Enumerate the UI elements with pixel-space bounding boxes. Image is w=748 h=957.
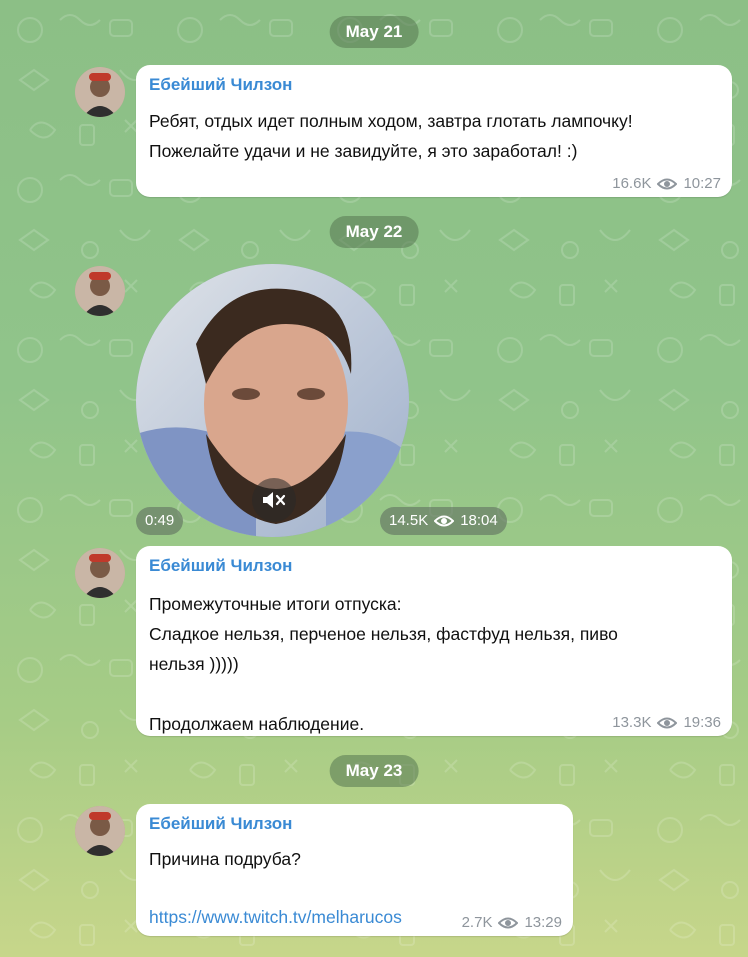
mute-button[interactable] bbox=[252, 478, 296, 522]
eye-icon bbox=[434, 515, 455, 527]
channel-avatar[interactable] bbox=[75, 266, 125, 316]
speaker-muted-icon bbox=[263, 492, 286, 508]
channel-avatar[interactable] bbox=[75, 806, 125, 856]
message-meta: 2.7K 13:29 bbox=[462, 914, 562, 931]
eye-icon bbox=[657, 178, 678, 189]
channel-avatar[interactable] bbox=[75, 548, 125, 598]
views-count: 14.5K bbox=[389, 512, 429, 529]
message-time: 10:27 bbox=[683, 175, 721, 192]
date-separator: May 22 bbox=[329, 216, 419, 248]
date-separator: May 21 bbox=[329, 16, 419, 48]
message-text: Ребят, отдых идет полным ходом, завтра г… bbox=[149, 111, 633, 161]
message-text: Промежуточные итоги отпуска: Сладкое нел… bbox=[149, 594, 618, 734]
sender-name[interactable]: Ебейший Чилзон bbox=[149, 814, 292, 834]
views-count: 16.6K bbox=[612, 175, 652, 192]
message-bubble[interactable]: Ебейший Чилзон Ребят, отдых идет полным … bbox=[136, 65, 732, 197]
video-meta: 14.5K 18:04 bbox=[380, 507, 507, 535]
views-count: 13.3K bbox=[612, 714, 652, 731]
message-text: Причина подруба? bbox=[149, 849, 301, 869]
eye-icon bbox=[657, 717, 678, 728]
channel-avatar[interactable] bbox=[75, 67, 125, 117]
message-bubble[interactable]: Ебейший Чилзон Причина подруба? https://… bbox=[136, 804, 573, 936]
duration-text: 0:49 bbox=[145, 512, 175, 529]
message-link[interactable]: https://www.twitch.tv/melharucos bbox=[149, 902, 402, 932]
message-meta: 13.3K 19:36 bbox=[612, 714, 721, 731]
sender-name[interactable]: Ебейший Чилзон bbox=[149, 75, 292, 95]
views-count: 2.7K bbox=[461, 914, 493, 931]
eye-icon bbox=[498, 917, 519, 928]
message-meta: 16.6K 10:27 bbox=[612, 175, 721, 192]
message-time: 19:36 bbox=[683, 714, 721, 731]
sender-name[interactable]: Ебейший Чилзон bbox=[149, 556, 292, 576]
message-time: 18:04 bbox=[460, 512, 498, 529]
message-time: 13:29 bbox=[524, 914, 562, 931]
date-separator: May 23 bbox=[329, 755, 419, 787]
video-duration: 0:49 bbox=[136, 507, 184, 535]
message-bubble[interactable]: Ебейший Чилзон Промежуточные итоги отпус… bbox=[136, 546, 732, 736]
